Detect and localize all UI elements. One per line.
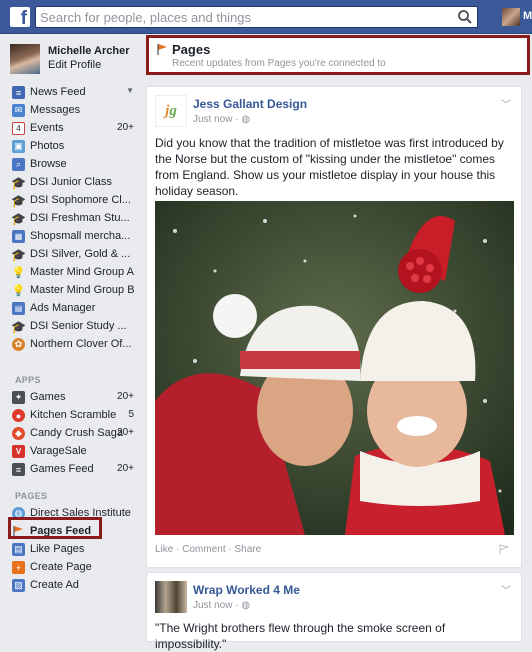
sidebar-item-shopsmall[interactable]: ▦ Shopsmall mercha... bbox=[12, 228, 142, 246]
post-photo-image bbox=[155, 201, 514, 535]
post-page-name[interactable]: Jess Gallant Design bbox=[193, 97, 307, 111]
report-flag-icon[interactable] bbox=[498, 544, 509, 555]
like-pages-icon: ▤ bbox=[12, 543, 25, 556]
sidebar-item-messages[interactable]: ✉ Messages bbox=[12, 102, 142, 120]
post-page-name[interactable]: Wrap Worked 4 Me bbox=[193, 583, 300, 597]
sidebar-item-news-feed[interactable]: ≡ News Feed ▼ bbox=[12, 84, 142, 102]
search-box bbox=[35, 6, 478, 28]
sidebar-item-ads-manager[interactable]: ▤ Ads Manager bbox=[12, 300, 142, 318]
sidebar-item-browse[interactable]: ⌕ Browse bbox=[12, 156, 142, 174]
pages-section-heading: PAGES bbox=[15, 491, 48, 501]
chevron-down-icon[interactable]: ▼ bbox=[126, 86, 134, 95]
clover-icon: ✿ bbox=[12, 338, 25, 351]
search-icon[interactable] bbox=[457, 9, 473, 25]
globe-icon: ◍ bbox=[241, 114, 251, 125]
page-avatar[interactable] bbox=[155, 581, 187, 613]
browse-icon: ⌕ bbox=[12, 158, 25, 171]
calendar-icon: 4 bbox=[12, 122, 25, 135]
create-ad-icon: ▧ bbox=[12, 579, 25, 592]
create-page-icon: + bbox=[12, 561, 25, 574]
graduation-cap-icon: 🎓 bbox=[11, 175, 26, 190]
sidebar-item-master-mind-a[interactable]: 💡 Master Mind Group A bbox=[12, 264, 142, 282]
sidebar-item-like-pages[interactable]: ▤ Like Pages bbox=[12, 541, 142, 559]
comment-link[interactable]: Comment bbox=[182, 544, 225, 555]
group-icon: ▦ bbox=[12, 230, 25, 243]
profile-name[interactable]: Michelle Archer bbox=[48, 45, 130, 57]
ads-manager-icon: ▤ bbox=[12, 302, 25, 315]
games-feed-icon: ≡ bbox=[12, 463, 25, 476]
graduation-cap-icon: 🎓 bbox=[11, 247, 26, 262]
post-card: Wrap Worked 4 Me Just now · ◍ ﹀ "The Wri… bbox=[146, 572, 522, 651]
candy-crush-icon: ◆ bbox=[12, 427, 25, 440]
left-sidebar: Michelle Archer Edit Profile ≡ News Feed… bbox=[0, 34, 145, 635]
profile-avatar[interactable] bbox=[10, 44, 40, 74]
sidebar-item-dsi-senior[interactable]: 🎓 DSI Senior Study ... bbox=[11, 318, 142, 336]
graduation-cap-icon: 🎓 bbox=[11, 319, 26, 334]
sidebar-item-candy-crush[interactable]: ◆ Candy Crush Saga 20+ bbox=[12, 425, 142, 443]
user-avatar[interactable] bbox=[502, 8, 520, 26]
games-icon: ✦ bbox=[12, 391, 25, 404]
lightbulb-icon: 💡 bbox=[11, 267, 26, 279]
chevron-down-icon[interactable]: ﹀ bbox=[501, 96, 511, 111]
profile-section: Michelle Archer Edit Profile bbox=[10, 44, 145, 78]
sidebar-item-games-feed[interactable]: ≡ Games Feed 20+ bbox=[12, 461, 142, 479]
sidebar-item-dsi-silver[interactable]: 🎓 DSI Silver, Gold & ... bbox=[11, 246, 142, 264]
pages-feed-highlight bbox=[8, 517, 102, 539]
sidebar-item-kitchen-scramble[interactable]: ● Kitchen Scramble 5 bbox=[12, 407, 142, 425]
share-link[interactable]: Share bbox=[235, 544, 262, 555]
sidebar-item-photos[interactable]: ▣ Photos bbox=[12, 138, 142, 156]
facebook-logo[interactable]: f bbox=[10, 7, 30, 27]
news-feed-icon: ≡ bbox=[12, 86, 25, 99]
edit-profile-link[interactable]: Edit Profile bbox=[48, 59, 101, 71]
post-actions: Like · Comment · Share bbox=[155, 544, 262, 555]
flag-icon bbox=[157, 44, 167, 55]
page-avatar[interactable]: jg bbox=[155, 95, 187, 127]
sidebar-item-master-mind-b[interactable]: 💡 Master Mind Group B bbox=[12, 282, 142, 300]
photos-icon: ▣ bbox=[12, 140, 25, 153]
sidebar-item-varagesale[interactable]: V VarageSale bbox=[12, 443, 142, 461]
search-input[interactable] bbox=[36, 7, 451, 27]
pages-feed-header: Pages Recent updates from Pages you're c… bbox=[146, 35, 530, 75]
sidebar-item-create-page[interactable]: + Create Page bbox=[12, 559, 142, 577]
kitchen-scramble-icon: ● bbox=[12, 409, 25, 422]
graduation-cap-icon: 🎓 bbox=[11, 193, 26, 208]
post-text: "The Wright brothers flew through the sm… bbox=[155, 621, 446, 651]
post-card: jg Jess Gallant Design Just now · ◍ ﹀ Di… bbox=[146, 86, 522, 568]
apps-section-heading: APPS bbox=[15, 375, 41, 385]
chevron-down-icon[interactable]: ﹀ bbox=[501, 582, 511, 597]
page-subtitle: Recent updates from Pages you're connect… bbox=[172, 58, 386, 69]
lightbulb-icon: 💡 bbox=[11, 285, 26, 297]
user-name-short[interactable]: M bbox=[523, 10, 532, 22]
globe-icon: ◍ bbox=[241, 600, 251, 611]
top-navigation-bar: f M bbox=[0, 0, 532, 34]
sidebar-item-create-ad[interactable]: ▧ Create Ad bbox=[12, 577, 142, 595]
sidebar-item-northern-clover[interactable]: ✿ Northern Clover Of... bbox=[12, 336, 142, 354]
sidebar-item-events[interactable]: 4 Events 20+ bbox=[12, 120, 142, 138]
post-text: Did you know that the tradition of mistl… bbox=[155, 136, 504, 198]
sidebar-item-dsi-freshman[interactable]: 🎓 DSI Freshman Stu... bbox=[11, 210, 142, 228]
varagesale-icon: V bbox=[12, 445, 25, 458]
post-timestamp[interactable]: Just now · ◍ bbox=[193, 114, 250, 125]
sidebar-item-dsi-sophomore[interactable]: 🎓 DSI Sophomore Cl... bbox=[11, 192, 142, 210]
sidebar-item-dsi-junior[interactable]: 🎓 DSI Junior Class bbox=[11, 174, 142, 192]
post-timestamp[interactable]: Just now · ◍ bbox=[193, 600, 250, 611]
graduation-cap-icon: 🎓 bbox=[11, 211, 26, 226]
messages-icon: ✉ bbox=[12, 104, 25, 117]
post-photo[interactable] bbox=[155, 201, 514, 535]
sidebar-item-games[interactable]: ✦ Games 20+ bbox=[12, 389, 142, 407]
like-link[interactable]: Like bbox=[155, 544, 173, 555]
page-title: Pages bbox=[172, 42, 211, 57]
